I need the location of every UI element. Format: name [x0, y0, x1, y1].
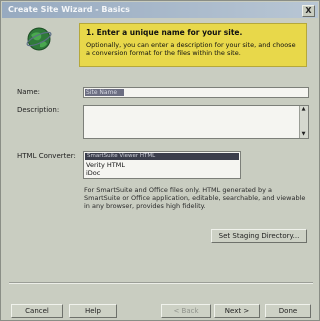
close-button[interactable]: X [302, 5, 315, 17]
description-label: Description: [17, 106, 60, 114]
scroll-down-icon[interactable]: ▼ [301, 132, 306, 137]
description-textarea[interactable]: ▲ ▼ [83, 105, 309, 139]
title-bar: Create Site Wizard - Basics X [2, 2, 318, 18]
banner-text: Optionally, you can enter a description … [86, 41, 296, 57]
html-converter-list[interactable]: SmartSuite Viewer HTML Verity HTML iDoc [83, 151, 241, 179]
name-input-value: Site Name [85, 89, 124, 96]
instruction-banner: 1. Enter a unique name for your site. Op… [79, 23, 307, 67]
set-staging-directory-button[interactable]: Set Staging Directory... [211, 229, 307, 243]
scroll-up-icon[interactable]: ▲ [301, 107, 306, 112]
description-scrollbar[interactable]: ▲ ▼ [299, 106, 308, 138]
html-converter-label: HTML Converter: [17, 152, 76, 160]
name-input[interactable]: Site Name [83, 87, 309, 98]
converter-info-text: For SmartSuite and Office files only. HT… [84, 186, 306, 210]
globe-icon [26, 27, 52, 51]
done-button[interactable]: Done [265, 304, 311, 318]
converter-option[interactable]: Verity HTML [86, 161, 125, 169]
create-site-wizard-window: Create Site Wizard - Basics X 1. Enter a… [0, 0, 320, 321]
back-button[interactable]: < Back [161, 304, 211, 318]
converter-option-selected[interactable]: SmartSuite Viewer HTML [85, 153, 239, 160]
next-button[interactable]: Next > [214, 304, 260, 318]
converter-option[interactable]: iDoc [86, 169, 100, 177]
window-title: Create Site Wizard - Basics [8, 5, 130, 14]
cancel-button[interactable]: Cancel [11, 304, 63, 318]
name-label: Name: [17, 88, 41, 96]
help-button[interactable]: Help [69, 304, 117, 318]
close-icon: X [305, 6, 312, 15]
divider [9, 282, 313, 284]
banner-title: 1. Enter a unique name for your site. [86, 28, 243, 37]
